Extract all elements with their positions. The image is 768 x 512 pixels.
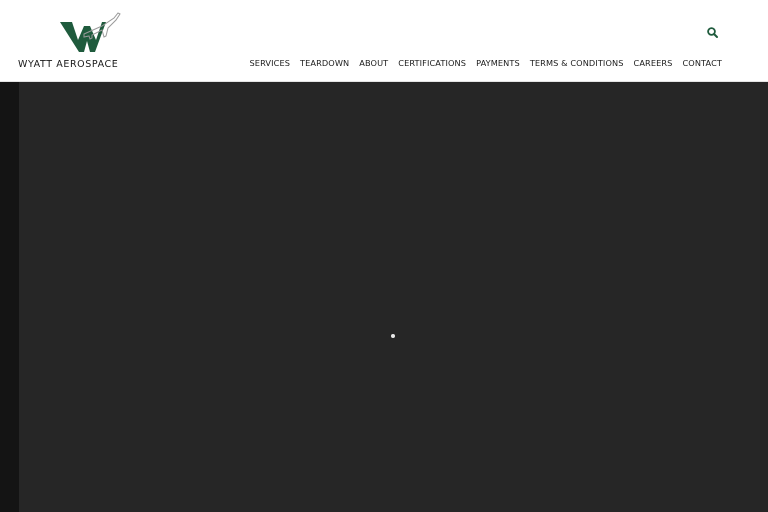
- airplane-w-logo-icon: [60, 12, 121, 52]
- nav-contact[interactable]: CONTACT: [677, 58, 722, 68]
- search-icon[interactable]: [706, 26, 720, 40]
- site-header: WYATT AEROSPACE SERVICES TEARDOWN ABOUT …: [0, 0, 768, 82]
- nav-teardown[interactable]: TEARDOWN: [295, 58, 354, 68]
- left-edge-strip: [0, 82, 19, 512]
- site-logo-link[interactable]: WYATT AEROSPACE: [18, 10, 138, 72]
- nav-services[interactable]: SERVICES: [245, 58, 296, 68]
- loading-spinner-icon: [391, 334, 395, 338]
- main-navigation: SERVICES TEARDOWN ABOUT CERTIFICATIONS P…: [245, 58, 723, 68]
- brand-name: WYATT AEROSPACE: [18, 59, 119, 70]
- nav-certifications[interactable]: CERTIFICATIONS: [393, 58, 471, 68]
- nav-about[interactable]: ABOUT: [354, 58, 393, 68]
- nav-payments[interactable]: PAYMENTS: [471, 58, 525, 68]
- nav-terms-conditions[interactable]: TERMS & CONDITIONS: [525, 58, 629, 68]
- hero-loading-area: [0, 82, 768, 512]
- nav-careers[interactable]: CAREERS: [629, 58, 678, 68]
